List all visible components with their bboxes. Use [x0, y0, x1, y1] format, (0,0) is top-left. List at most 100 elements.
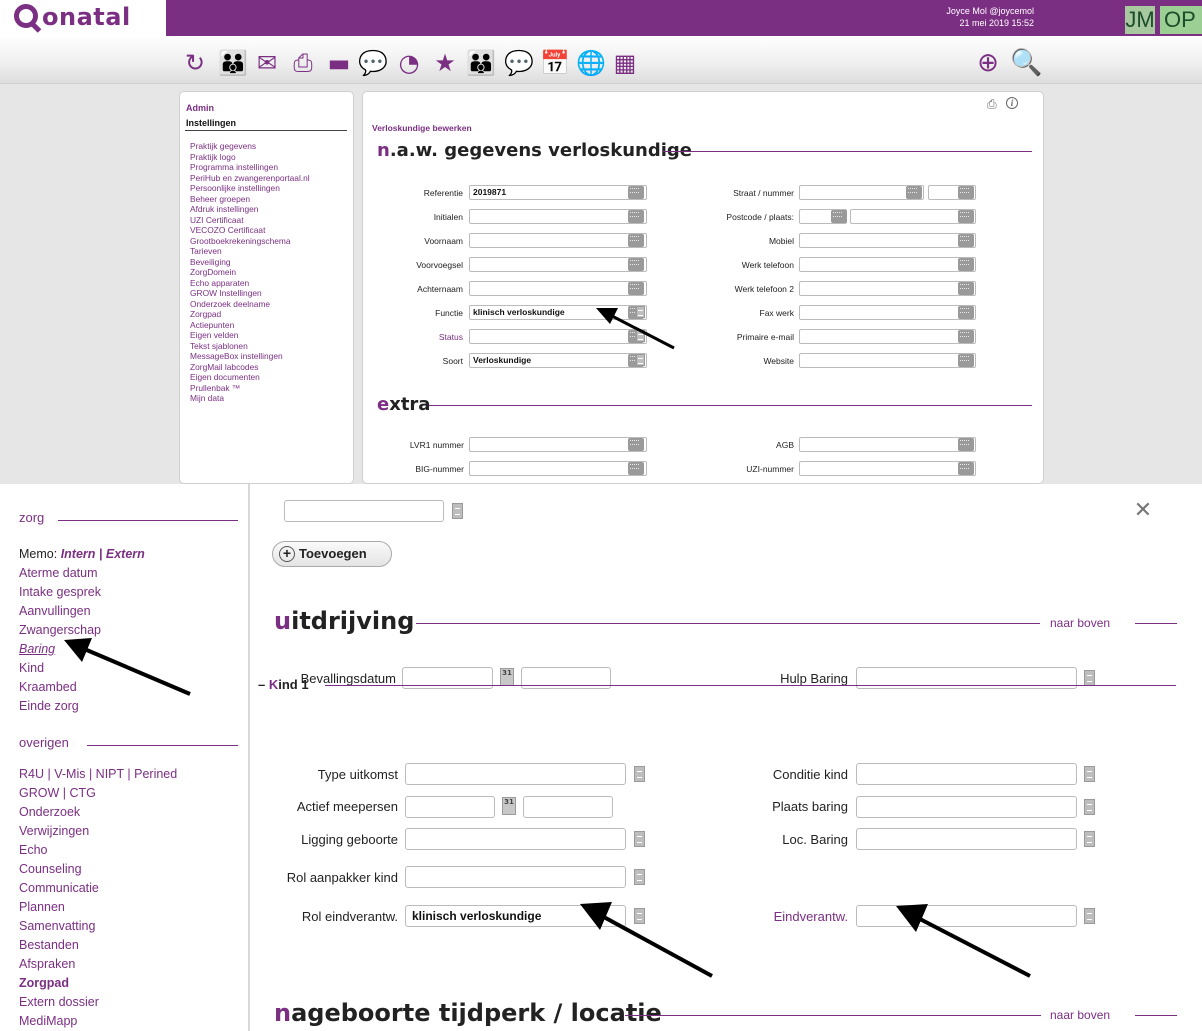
card-icon[interactable]: ▬ — [326, 50, 352, 76]
keyboard-icon[interactable] — [958, 282, 974, 295]
keyboard-icon[interactable] — [958, 210, 974, 223]
nav-item-extern-dossier[interactable]: Extern dossier — [19, 993, 177, 1012]
avatar[interactable]: JM — [1125, 6, 1155, 34]
nav-item-kraambed[interactable]: Kraambed — [19, 678, 101, 697]
nav-item-intake-gesprek[interactable]: Intake gesprek — [19, 583, 101, 602]
nav-item-bestanden[interactable]: Bestanden — [19, 936, 177, 955]
nav-item-baring[interactable]: Baring — [19, 640, 101, 659]
field-input-fax-werk[interactable] — [799, 305, 976, 320]
keyboard-icon[interactable] — [628, 258, 644, 271]
nav-item-samenvatting[interactable]: Samenvatting — [19, 917, 177, 936]
note-icon[interactable] — [634, 831, 645, 847]
close-icon[interactable]: ✕ — [1132, 500, 1154, 522]
admin-item-beveiliging[interactable]: Beveiliging — [190, 257, 310, 268]
note-icon[interactable] — [1084, 766, 1095, 782]
note-icon[interactable] — [452, 503, 463, 519]
eindverantw-input[interactable] — [856, 905, 1077, 927]
field-input-soort[interactable]: Verloskundige — [469, 353, 647, 368]
field-input-functie[interactable]: klinisch verloskundige — [469, 305, 647, 320]
admin-item-echo-apparaten[interactable]: Echo apparaten — [190, 278, 310, 289]
admin-item-actiepunten[interactable]: Actiepunten — [190, 320, 310, 331]
rol-aanpakker-input[interactable] — [405, 866, 626, 888]
admin-item-grow-instellingen[interactable]: GROW Instellingen — [190, 288, 310, 299]
chat-icon[interactable]: 💬 — [358, 50, 388, 76]
admin-item-uzi-certificaat[interactable]: UZI Certificaat — [190, 215, 310, 226]
field-input-voornaam[interactable] — [469, 233, 647, 248]
nav-item-nipt[interactable]: NIPT — [96, 767, 124, 781]
keyboard-icon[interactable] — [906, 186, 922, 199]
logo[interactable]: onatal — [0, 0, 166, 36]
op-button[interactable]: OP — [1160, 6, 1202, 34]
admin-item-eigen-documenten[interactable]: Eigen documenten — [190, 372, 310, 383]
note-icon[interactable] — [1084, 831, 1095, 847]
memo-input[interactable] — [284, 500, 444, 522]
keyboard-icon[interactable] — [958, 186, 974, 199]
onatal-home-icon[interactable]: ↻ — [182, 50, 208, 76]
info-icon[interactable]: i — [1006, 97, 1018, 109]
nav-item-plannen[interactable]: Plannen — [19, 898, 177, 917]
field-input-werk-telefoon-2[interactable] — [799, 281, 976, 296]
calendar-icon[interactable]: 31 — [502, 797, 516, 815]
print-icon[interactable]: ⎙ — [290, 50, 316, 76]
keyboard-icon[interactable] — [958, 330, 974, 343]
note-icon[interactable] — [636, 330, 645, 342]
note-icon[interactable] — [636, 306, 645, 318]
field-input-mobiel[interactable] — [799, 233, 976, 248]
admin-item-tarieven[interactable]: Tarieven — [190, 246, 310, 257]
nav-item-onderzoek[interactable]: Onderzoek — [19, 803, 177, 822]
nav-item-grow[interactable]: GROW — [19, 786, 59, 800]
admin-item-eigen-velden[interactable]: Eigen velden — [190, 330, 310, 341]
print-icon[interactable]: ⎙ — [987, 98, 1001, 110]
keyboard-icon[interactable] — [958, 234, 974, 247]
nav-item-verwijzingen[interactable]: Verwijzingen — [19, 822, 177, 841]
nav-item-echo[interactable]: Echo — [19, 841, 177, 860]
field-input-werk-telefoon[interactable] — [799, 257, 976, 272]
keyboard-icon[interactable] — [628, 462, 644, 475]
admin-item-persoonlijke-instellingen[interactable]: Persoonlijke instellingen — [190, 183, 310, 194]
field-input-lvr1-nummer[interactable] — [469, 437, 647, 452]
nav-item-v-mis[interactable]: V-Mis — [54, 767, 85, 781]
nav-item-zwangerschap[interactable]: Zwangerschap — [19, 621, 101, 640]
keyboard-icon[interactable] — [628, 186, 644, 199]
admin-item-messagebox-instellingen[interactable]: MessageBox instellingen — [190, 351, 310, 362]
note-icon[interactable] — [634, 766, 645, 782]
field-input-primaire-e-mail[interactable] — [799, 329, 976, 344]
admin-item-programma-instellingen[interactable]: Programma instellingen — [190, 162, 310, 173]
field-input-voorvoegsel[interactable] — [469, 257, 647, 272]
add-icon[interactable]: ⊕ — [974, 49, 1002, 77]
calculator-icon[interactable]: ▦ — [612, 50, 638, 76]
plaats-baring-input[interactable] — [856, 796, 1077, 818]
nav-item-r4u[interactable]: R4U — [19, 767, 44, 781]
nav-item-ctg[interactable]: CTG — [69, 786, 95, 800]
keyboard-icon[interactable] — [958, 354, 974, 367]
note-icon[interactable] — [636, 354, 645, 366]
field-input-initialen[interactable] — [469, 209, 647, 224]
add-button[interactable]: + Toevoegen — [272, 541, 392, 567]
keyboard-icon[interactable] — [958, 462, 974, 475]
keyboard-icon[interactable] — [958, 306, 974, 319]
keyboard-icon[interactable] — [958, 258, 974, 271]
keyboard-icon[interactable] — [628, 438, 644, 451]
admin-item-beheer-groepen[interactable]: Beheer groepen — [190, 194, 310, 205]
keyboard-icon[interactable] — [628, 282, 644, 295]
admin-item-praktijk-logo[interactable]: Praktijk logo — [190, 152, 310, 163]
field-label-status[interactable]: Status — [363, 332, 463, 342]
admin-item-zorgmail-labcodes[interactable]: ZorgMail labcodes — [190, 362, 310, 373]
note-icon[interactable] — [1084, 908, 1095, 924]
field-input-website[interactable] — [799, 353, 976, 368]
search-icon[interactable]: 🔍 — [1010, 49, 1042, 77]
nav-item-medimapp[interactable]: MediMapp — [19, 1012, 177, 1031]
eindverantw-link[interactable]: Eindverantw. — [740, 909, 848, 924]
field-input-uzi-nummer[interactable] — [799, 461, 976, 476]
admin-item-mijn-data[interactable]: Mijn data — [190, 393, 310, 404]
admin-item-grootboekrekeningschema[interactable]: Grootboekrekeningschema — [190, 236, 310, 247]
keyboard-icon[interactable] — [628, 234, 644, 247]
field-input-agb[interactable] — [799, 437, 976, 452]
statistics-icon[interactable]: ◔ — [396, 50, 422, 76]
back-to-top-link[interactable]: naar boven — [1050, 1008, 1110, 1022]
ligging-input[interactable] — [405, 828, 626, 850]
admin-item-onderzoek-deelname[interactable]: Onderzoek deelname — [190, 299, 310, 310]
nav-item-kind[interactable]: Kind — [19, 659, 101, 678]
team-icon[interactable]: 👪 — [466, 50, 496, 76]
admin-item-vecozo-certificaat[interactable]: VECOZO Certificaat — [190, 225, 310, 236]
